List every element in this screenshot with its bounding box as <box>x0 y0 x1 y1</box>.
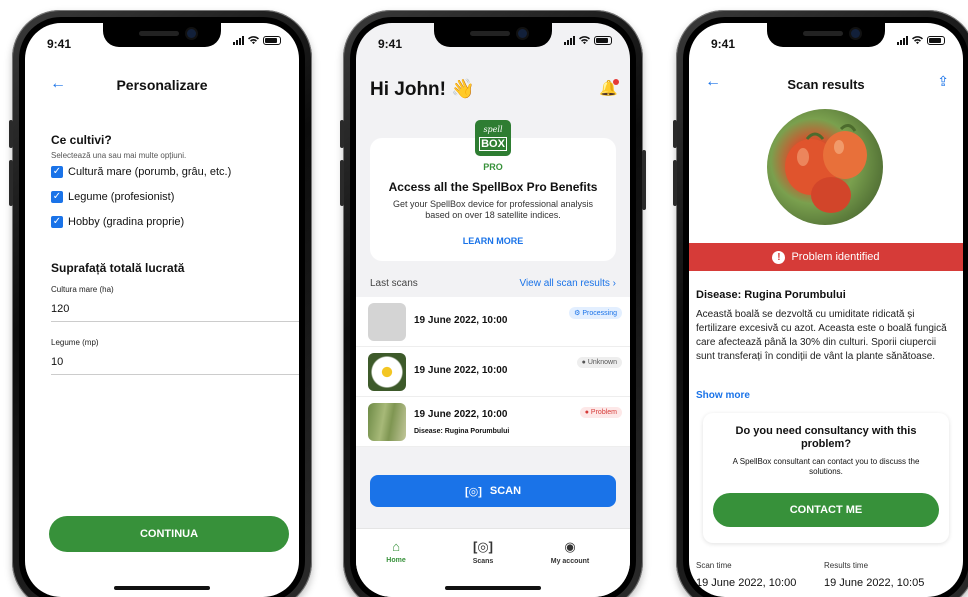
phone-scan-results: 9:41 ← Scan results ⇪ ! Problem identifi… <box>673 10 968 597</box>
page-title: Personalizare <box>116 77 208 93</box>
screen-personalizare: 9:41 ← Personalizare Ce cultivi? Selecte… <box>25 23 299 597</box>
stage: 9:41 ← Personalizare Ce cultivi? Selecte… <box>0 0 968 597</box>
status-badge: ⚙ Processing <box>569 307 622 319</box>
alert-icon: ● <box>584 409 589 416</box>
notification-dot <box>613 79 619 85</box>
section-title-crops: Ce cultivi? <box>51 133 112 147</box>
status-badge: ● Problem <box>579 407 622 418</box>
status-time: 9:41 <box>47 37 72 51</box>
phone-home: 9:41 Hi John! 👋 🔔 spell BOX PRO Access al… <box>340 10 646 597</box>
checkbox-legume[interactable]: ✓ Legume (profesionist) <box>51 191 174 203</box>
consult-question: Do you need consultancy with this proble… <box>735 425 917 450</box>
pro-description: Get your SpellBox device for professiona… <box>392 199 594 220</box>
alert-icon: ! <box>772 250 786 264</box>
home-indicator <box>445 586 541 590</box>
learn-more-link[interactable]: LEARN MORE <box>370 236 616 246</box>
share-icon[interactable]: ⇪ <box>937 73 949 90</box>
results-time-value: 19 June 2022, 10:05 <box>824 577 925 589</box>
scan-thumbnail <box>368 353 406 391</box>
last-scans-title: Last scans <box>370 278 418 289</box>
scan-date: 19 June 2022, 10:00 <box>414 315 508 326</box>
gear-icon: ⚙ <box>574 310 581 317</box>
signal-icon <box>897 36 908 45</box>
section-title-area: Suprafață totală lucrată <box>51 261 185 275</box>
battery-icon <box>927 36 945 45</box>
wifi-icon <box>248 36 259 45</box>
status-time: 9:41 <box>711 37 736 51</box>
show-more-link[interactable]: Show more <box>696 390 750 401</box>
scan-date: 19 June 2022, 10:00 <box>414 365 508 376</box>
battery-icon <box>263 36 281 45</box>
chevron-right-icon: › <box>612 278 616 289</box>
home-icon: ⌂ <box>392 539 400 554</box>
greeting: Hi John! 👋 <box>370 79 475 100</box>
page-title: Scan results <box>787 77 865 92</box>
phone-personalizare: 9:41 ← Personalizare Ce cultivi? Selecte… <box>9 10 312 597</box>
cultura-mare-input[interactable]: 120 <box>51 303 299 322</box>
last-scans-header: Last scans View all scan results › <box>370 278 616 289</box>
scan-disease: Disease: Rugina Porumbului <box>414 428 510 435</box>
scan-row[interactable]: 19 June 2022, 10:00 Disease: Rugina Poru… <box>356 397 630 447</box>
consultancy-card: Do you need consultancy with this proble… <box>703 413 949 543</box>
continue-button[interactable]: CONTINUA <box>49 516 289 552</box>
pro-title: Access all the SpellBox Pro Benefits <box>388 180 598 194</box>
tab-my-account[interactable]: ◉ My account <box>530 539 610 565</box>
wifi-icon <box>579 36 590 45</box>
legume-input[interactable]: 10 <box>51 356 299 375</box>
pro-badge: PRO <box>483 162 503 172</box>
hint-text: Selectează una sau mai multe opțiuni. <box>51 151 187 160</box>
scan-button[interactable]: [◎] SCAN <box>370 475 616 507</box>
status-badge: ● Unknown <box>576 357 622 368</box>
user-icon: ◉ <box>564 539 576 554</box>
checkbox-hobby[interactable]: ✓ Hobby (gradina proprie) <box>51 216 184 228</box>
field-label-cultura: Cultura mare (ha) <box>51 285 114 294</box>
screen-home: 9:41 Hi John! 👋 🔔 spell BOX PRO Access al… <box>356 23 630 597</box>
checkmark-icon: ✓ <box>51 166 63 178</box>
disease-title: Disease: Rugina Porumbului <box>696 289 846 301</box>
spellbox-logo: spell BOX <box>475 120 511 156</box>
scan-date: 19 June 2022, 10:00 <box>414 409 508 420</box>
problem-banner: ! Problem identified <box>689 243 963 271</box>
signal-icon <box>233 36 244 45</box>
field-label-legume: Legume (mp) <box>51 338 99 347</box>
question-icon: ● <box>581 359 586 366</box>
scan-thumbnail <box>368 403 406 441</box>
consult-subtitle: A SpellBox consultant can contact you to… <box>732 457 920 476</box>
scan-list: 19 June 2022, 10:00 ⚙ Processing 19 June… <box>356 297 630 447</box>
home-indicator <box>114 586 210 590</box>
view-all-link[interactable]: View all scan results › <box>519 278 616 289</box>
status-time: 9:41 <box>378 37 403 51</box>
bell-icon[interactable]: 🔔 <box>599 79 619 97</box>
signal-icon <box>564 36 575 45</box>
tab-home[interactable]: ⌂ Home <box>356 539 436 564</box>
scan-time-value: 19 June 2022, 10:00 <box>696 577 797 589</box>
scan-icon: [◎] <box>464 485 482 498</box>
scan-photo <box>767 109 883 225</box>
tab-scans[interactable]: [◎] Scans <box>443 539 523 565</box>
checkbox-cultura-mare[interactable]: ✓ Cultură mare (porumb, grâu, etc.) <box>51 166 231 178</box>
pro-benefits-card: spell BOX PRO Access all the SpellBox Pro… <box>370 120 616 261</box>
checkmark-icon: ✓ <box>51 216 63 228</box>
scan-row[interactable]: 19 June 2022, 10:00 ⚙ Processing <box>356 297 630 347</box>
contact-me-button[interactable]: CONTACT ME <box>713 493 939 527</box>
battery-icon <box>594 36 612 45</box>
disease-description: Această boală se dezvoltă cu umiditate r… <box>696 309 947 362</box>
scan-row[interactable]: 19 June 2022, 10:00 ● Unknown <box>356 347 630 397</box>
screen-scan-results: 9:41 ← Scan results ⇪ ! Problem identifi… <box>689 23 963 597</box>
wifi-icon <box>912 36 923 45</box>
scan-time-label: Scan time <box>696 561 732 570</box>
results-time-label: Results time <box>824 561 869 570</box>
checkmark-icon: ✓ <box>51 191 63 203</box>
scan-thumbnail <box>368 303 406 341</box>
scan-icon: [◎] <box>472 539 493 554</box>
